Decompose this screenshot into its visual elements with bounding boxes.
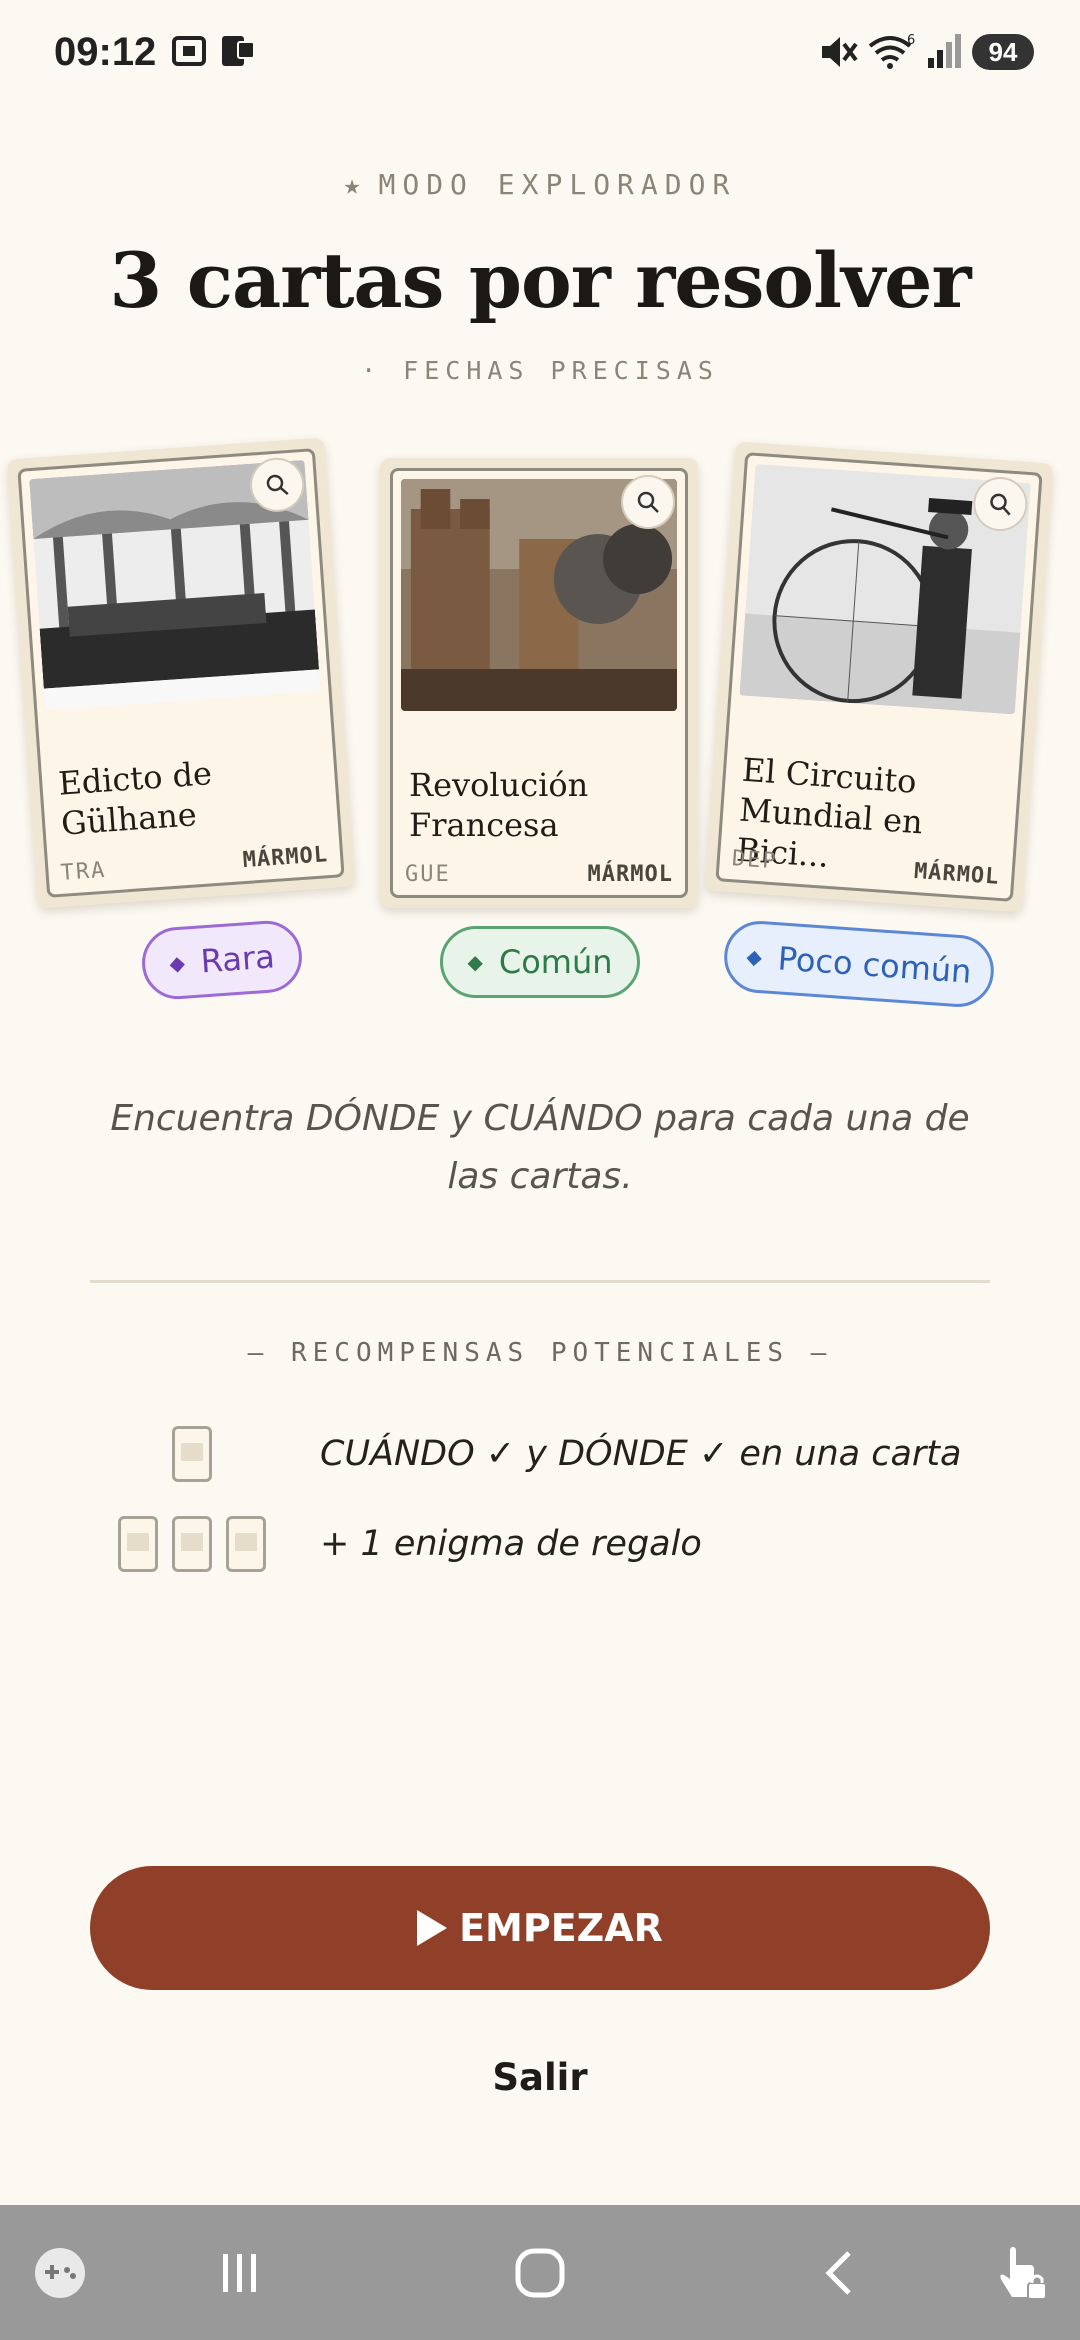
mode-label: MODO EXPLORADOR	[378, 168, 737, 201]
back-icon[interactable]	[790, 2205, 890, 2340]
card-stack-icon	[226, 1516, 266, 1572]
device-icon	[218, 32, 258, 76]
diamond-icon: ◆	[745, 944, 763, 970]
card-stack-icon	[172, 1516, 212, 1572]
zoom-icon[interactable]	[621, 475, 675, 529]
reward-item: + 1 enigma de regalo	[320, 1524, 702, 1564]
rarity-badge-rara: ◆ Rara	[139, 918, 305, 1002]
card-material: MÁRMOL	[913, 858, 1001, 890]
exit-button[interactable]: Salir	[0, 2056, 1080, 2099]
rewards-title: — RECOMPENSAS POTENCIALES —	[247, 1338, 833, 1368]
mode-eyebrow: ★ MODO EXPLORADOR	[0, 168, 1080, 201]
signal-icon	[924, 32, 964, 76]
card-stack-icon	[118, 1516, 158, 1572]
card-code: DEP	[731, 846, 779, 875]
star-icon: ★	[343, 168, 361, 201]
instructions-text: Encuentra DÓNDE y CUÁNDO para cada una d…	[110, 1098, 970, 1197]
wifi-badge: 6	[907, 33, 915, 48]
game-launcher-icon[interactable]	[20, 2205, 100, 2340]
home-icon[interactable]	[490, 2205, 590, 2340]
mute-icon	[818, 32, 858, 76]
status-time: 09:12	[54, 30, 157, 74]
card-code: TRA	[59, 857, 108, 886]
rarity-label: Rara	[199, 937, 276, 981]
card-revolucion-francesa[interactable]: Revolución Francesa GUE MÁRMOL	[380, 458, 698, 908]
page-title: 3 cartas por resolver	[109, 236, 971, 325]
rarity-badge-poco-comun: ◆ Poco común	[721, 918, 997, 1010]
card-material: MÁRMOL	[241, 842, 329, 874]
diamond-icon: ◆	[467, 950, 483, 974]
diamond-icon: ◆	[168, 950, 186, 976]
navigation-bar	[0, 2205, 1080, 2340]
play-icon	[417, 1910, 448, 1946]
touch-lock-icon[interactable]	[980, 2205, 1060, 2340]
card-title: Edicto de Gülhane	[57, 754, 214, 843]
card-el-circuito-mundial[interactable]: El Circuito Mundial en Bici... DEP MÁRMO…	[704, 441, 1054, 913]
page-subtitle: · FECHAS PRECISAS	[361, 356, 719, 385]
card-edicto-de-gulhane[interactable]: Edicto de Gülhane TRA MÁRMOL	[6, 437, 356, 909]
recent-apps-icon[interactable]	[190, 2205, 290, 2340]
status-bar: 09:12 6 94	[0, 0, 1080, 105]
card-title: Revolución Francesa	[409, 766, 589, 844]
battery-indicator: 94	[972, 34, 1034, 70]
divider	[90, 1280, 990, 1283]
card-code: GUE	[405, 862, 451, 887]
start-label: EMPEZAR	[459, 1906, 663, 1950]
rarity-badge-comun: ◆ Común	[440, 926, 640, 998]
start-button[interactable]: EMPEZAR	[90, 1866, 990, 1990]
rarity-label: Común	[498, 943, 613, 981]
single-card-icon	[172, 1426, 212, 1482]
wifi-icon: 6	[866, 32, 918, 76]
reward-item: CUÁNDO ✓ y DÓNDE ✓ en una carta	[320, 1434, 962, 1474]
screenshot-icon	[170, 32, 208, 74]
card-material: MÁRMOL	[587, 862, 673, 887]
rarity-label: Poco común	[776, 939, 973, 991]
